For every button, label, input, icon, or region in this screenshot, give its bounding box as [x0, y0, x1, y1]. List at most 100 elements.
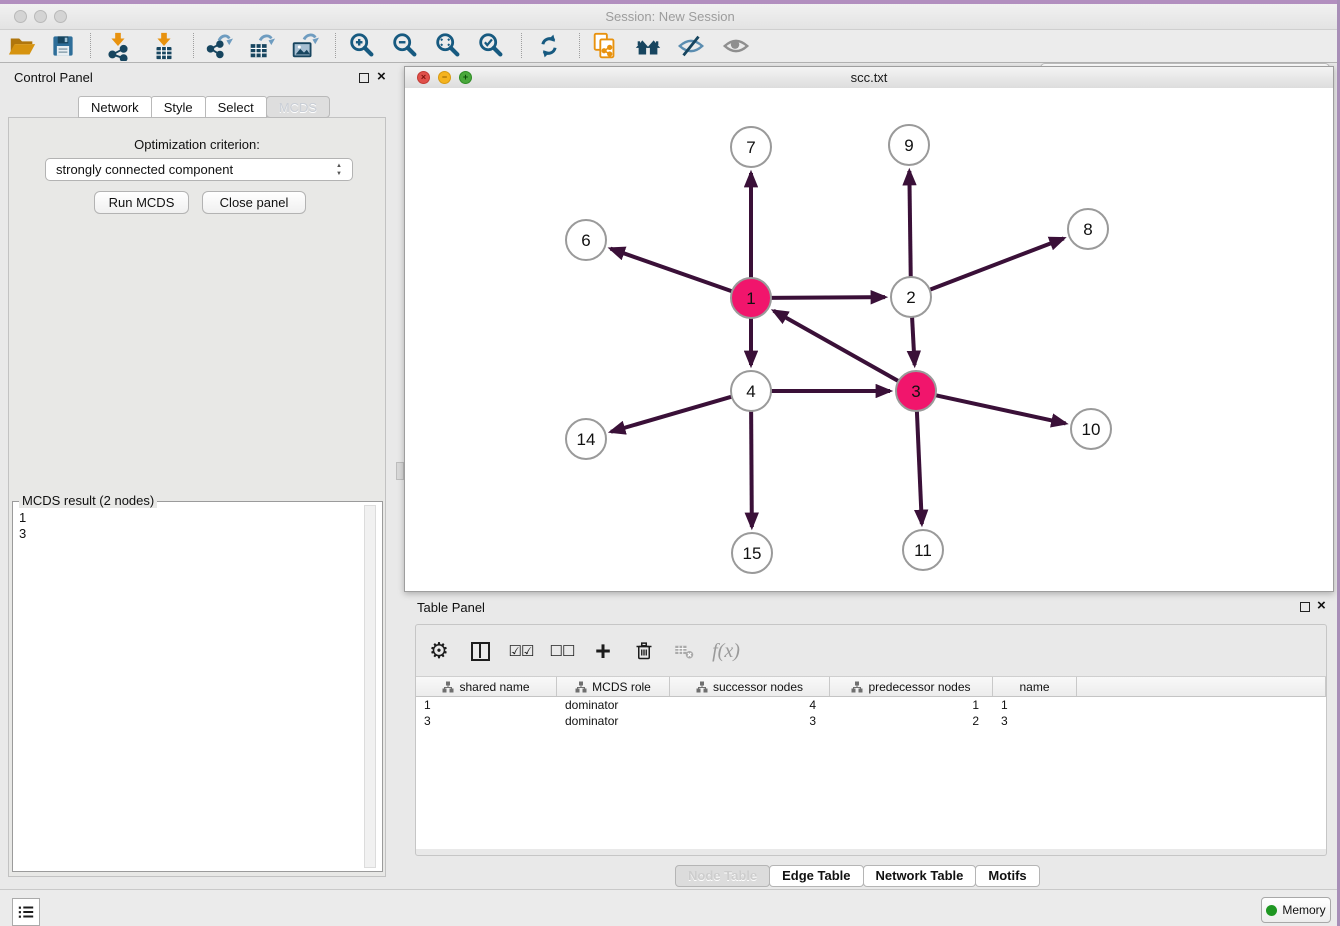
clone-network-button[interactable]	[588, 30, 622, 61]
result-scrollbar[interactable]	[364, 505, 376, 868]
memory-button[interactable]: Memory	[1261, 897, 1331, 923]
network-graph[interactable]: 7 9 6 8 1 2 4 3 14 10 15 11	[405, 88, 1333, 591]
column-header-shared-name[interactable]: shared name	[416, 677, 557, 696]
tab-edge-table[interactable]: Edge Table	[769, 865, 863, 887]
delete-column-button[interactable]	[631, 638, 657, 664]
table-panel-close-button[interactable]: ×	[1317, 601, 1326, 611]
show-elements-button[interactable]	[719, 30, 753, 61]
tab-node-table[interactable]: Node Table	[675, 865, 770, 887]
import-table-button[interactable]	[147, 30, 181, 61]
table-row[interactable]: 3 dominator 3 2 3	[416, 713, 1326, 729]
graph-node-15[interactable]: 15	[732, 533, 772, 573]
column-header-mcds-role[interactable]: MCDS role	[557, 677, 670, 696]
save-session-button[interactable]	[46, 30, 80, 61]
cell-successor-nodes[interactable]: 4	[670, 697, 830, 713]
cell-shared-name[interactable]: 3	[416, 713, 557, 729]
graph-node-14[interactable]: 14	[566, 419, 606, 459]
list-icon	[17, 903, 35, 921]
hide-elements-button[interactable]	[674, 30, 708, 61]
add-column-button[interactable]: +	[590, 638, 616, 664]
network-canvas[interactable]: 7 9 6 8 1 2 4 3 14 10 15 11	[405, 88, 1333, 591]
refresh-button[interactable]	[532, 30, 566, 61]
checked-boxes-icon: ☑☑	[509, 642, 534, 660]
splitter-grip[interactable]	[396, 462, 404, 480]
graph-edge-2-8[interactable]	[928, 238, 1064, 290]
gear-icon: ⚙	[429, 638, 449, 664]
chevron-updown-icon: ▲▼	[334, 162, 344, 178]
graph-edge-3-10[interactable]	[934, 395, 1066, 424]
tab-style[interactable]: Style	[151, 96, 206, 118]
application-window: Session: New Session	[0, 0, 1340, 926]
graph-node-2[interactable]: 2	[891, 277, 931, 317]
show-columns-button[interactable]	[467, 638, 493, 664]
toolbar-separator	[579, 33, 580, 58]
cell-successor-nodes[interactable]: 3	[670, 713, 830, 729]
graph-node-3[interactable]: 3	[896, 371, 936, 411]
zoom-fit-icon	[433, 31, 463, 61]
cell-name[interactable]: 1	[993, 697, 1077, 713]
mcds-result-item[interactable]: 1	[19, 510, 26, 526]
select-all-button[interactable]: ☑☑	[508, 638, 534, 664]
zoom-in-icon	[347, 31, 377, 61]
graph-edge-2-3[interactable]	[912, 315, 915, 365]
deselect-all-button[interactable]: ☐☐	[549, 638, 575, 664]
import-table-icon	[149, 31, 179, 61]
tab-mcds[interactable]: MCDS	[266, 96, 330, 118]
column-header-successor-nodes[interactable]: successor nodes	[670, 677, 830, 696]
graph-edge-1-6[interactable]	[611, 249, 734, 292]
cell-name[interactable]: 3	[993, 713, 1077, 729]
column-type-icon	[851, 681, 863, 693]
zoom-selected-button[interactable]	[474, 30, 508, 61]
control-panel-tabs: Network Style Select MCDS	[78, 96, 330, 118]
graph-edge-3-11[interactable]	[917, 409, 922, 524]
cell-predecessor-nodes[interactable]: 2	[830, 713, 993, 729]
graph-node-9[interactable]: 9	[889, 125, 929, 165]
cell-predecessor-nodes[interactable]: 1	[830, 697, 993, 713]
table-row[interactable]: 1 dominator 4 1 1	[416, 697, 1326, 713]
close-panel-button[interactable]: Close panel	[202, 191, 306, 214]
graph-node-11[interactable]: 11	[903, 530, 943, 570]
graph-edge-4-15[interactable]	[751, 409, 752, 527]
window-title: Session: New Session	[0, 4, 1340, 29]
graph-edge-3-1[interactable]	[774, 311, 901, 382]
optimization-select[interactable]: strongly connected component ▲▼	[45, 158, 353, 181]
graph-edge-4-14[interactable]	[611, 396, 734, 432]
column-header-name[interactable]: name	[993, 677, 1077, 696]
zoom-out-button[interactable]	[388, 30, 422, 61]
control-panel-close-button[interactable]: ×	[377, 72, 386, 82]
zoom-fit-button[interactable]	[431, 30, 465, 61]
tab-network[interactable]: Network	[78, 96, 152, 118]
control-panel-title: Control Panel	[14, 70, 93, 85]
cell-shared-name[interactable]: 1	[416, 697, 557, 713]
tab-network-table[interactable]: Network Table	[863, 865, 977, 887]
table-panel-float-button[interactable]	[1300, 602, 1310, 612]
cell-mcds-role[interactable]: dominator	[557, 713, 670, 729]
run-mcds-button[interactable]: Run MCDS	[94, 191, 189, 214]
export-network-button[interactable]	[201, 30, 235, 61]
tab-select[interactable]: Select	[205, 96, 267, 118]
graph-node-1[interactable]: 1	[731, 278, 771, 318]
status-bar: Memory	[0, 889, 1340, 926]
export-table-button[interactable]	[244, 30, 278, 61]
cell-mcds-role[interactable]: dominator	[557, 697, 670, 713]
network-window-titlebar[interactable]: × − + scc.txt	[405, 67, 1333, 89]
control-panel-float-button[interactable]	[359, 73, 369, 83]
graph-edge-2-9[interactable]	[909, 171, 910, 279]
graph-node-6[interactable]: 6	[566, 220, 606, 260]
open-session-button[interactable]	[5, 30, 39, 61]
export-table-icon	[246, 31, 276, 61]
graph-node-8[interactable]: 8	[1068, 209, 1108, 249]
table-settings-button[interactable]: ⚙	[426, 638, 452, 664]
mcds-result-item[interactable]: 3	[19, 526, 26, 542]
import-network-button[interactable]	[101, 30, 135, 61]
graph-node-7[interactable]: 7	[731, 127, 771, 167]
graph-node-4[interactable]: 4	[731, 371, 771, 411]
column-header-predecessor-nodes[interactable]: predecessor nodes	[830, 677, 993, 696]
graph-node-10[interactable]: 10	[1071, 409, 1111, 449]
tab-motifs[interactable]: Motifs	[975, 865, 1039, 887]
zoom-in-button[interactable]	[345, 30, 379, 61]
task-history-button[interactable]	[12, 898, 40, 926]
graph-edge-1-2[interactable]	[769, 297, 885, 298]
home-button[interactable]	[631, 30, 665, 61]
export-image-button[interactable]	[287, 30, 321, 61]
